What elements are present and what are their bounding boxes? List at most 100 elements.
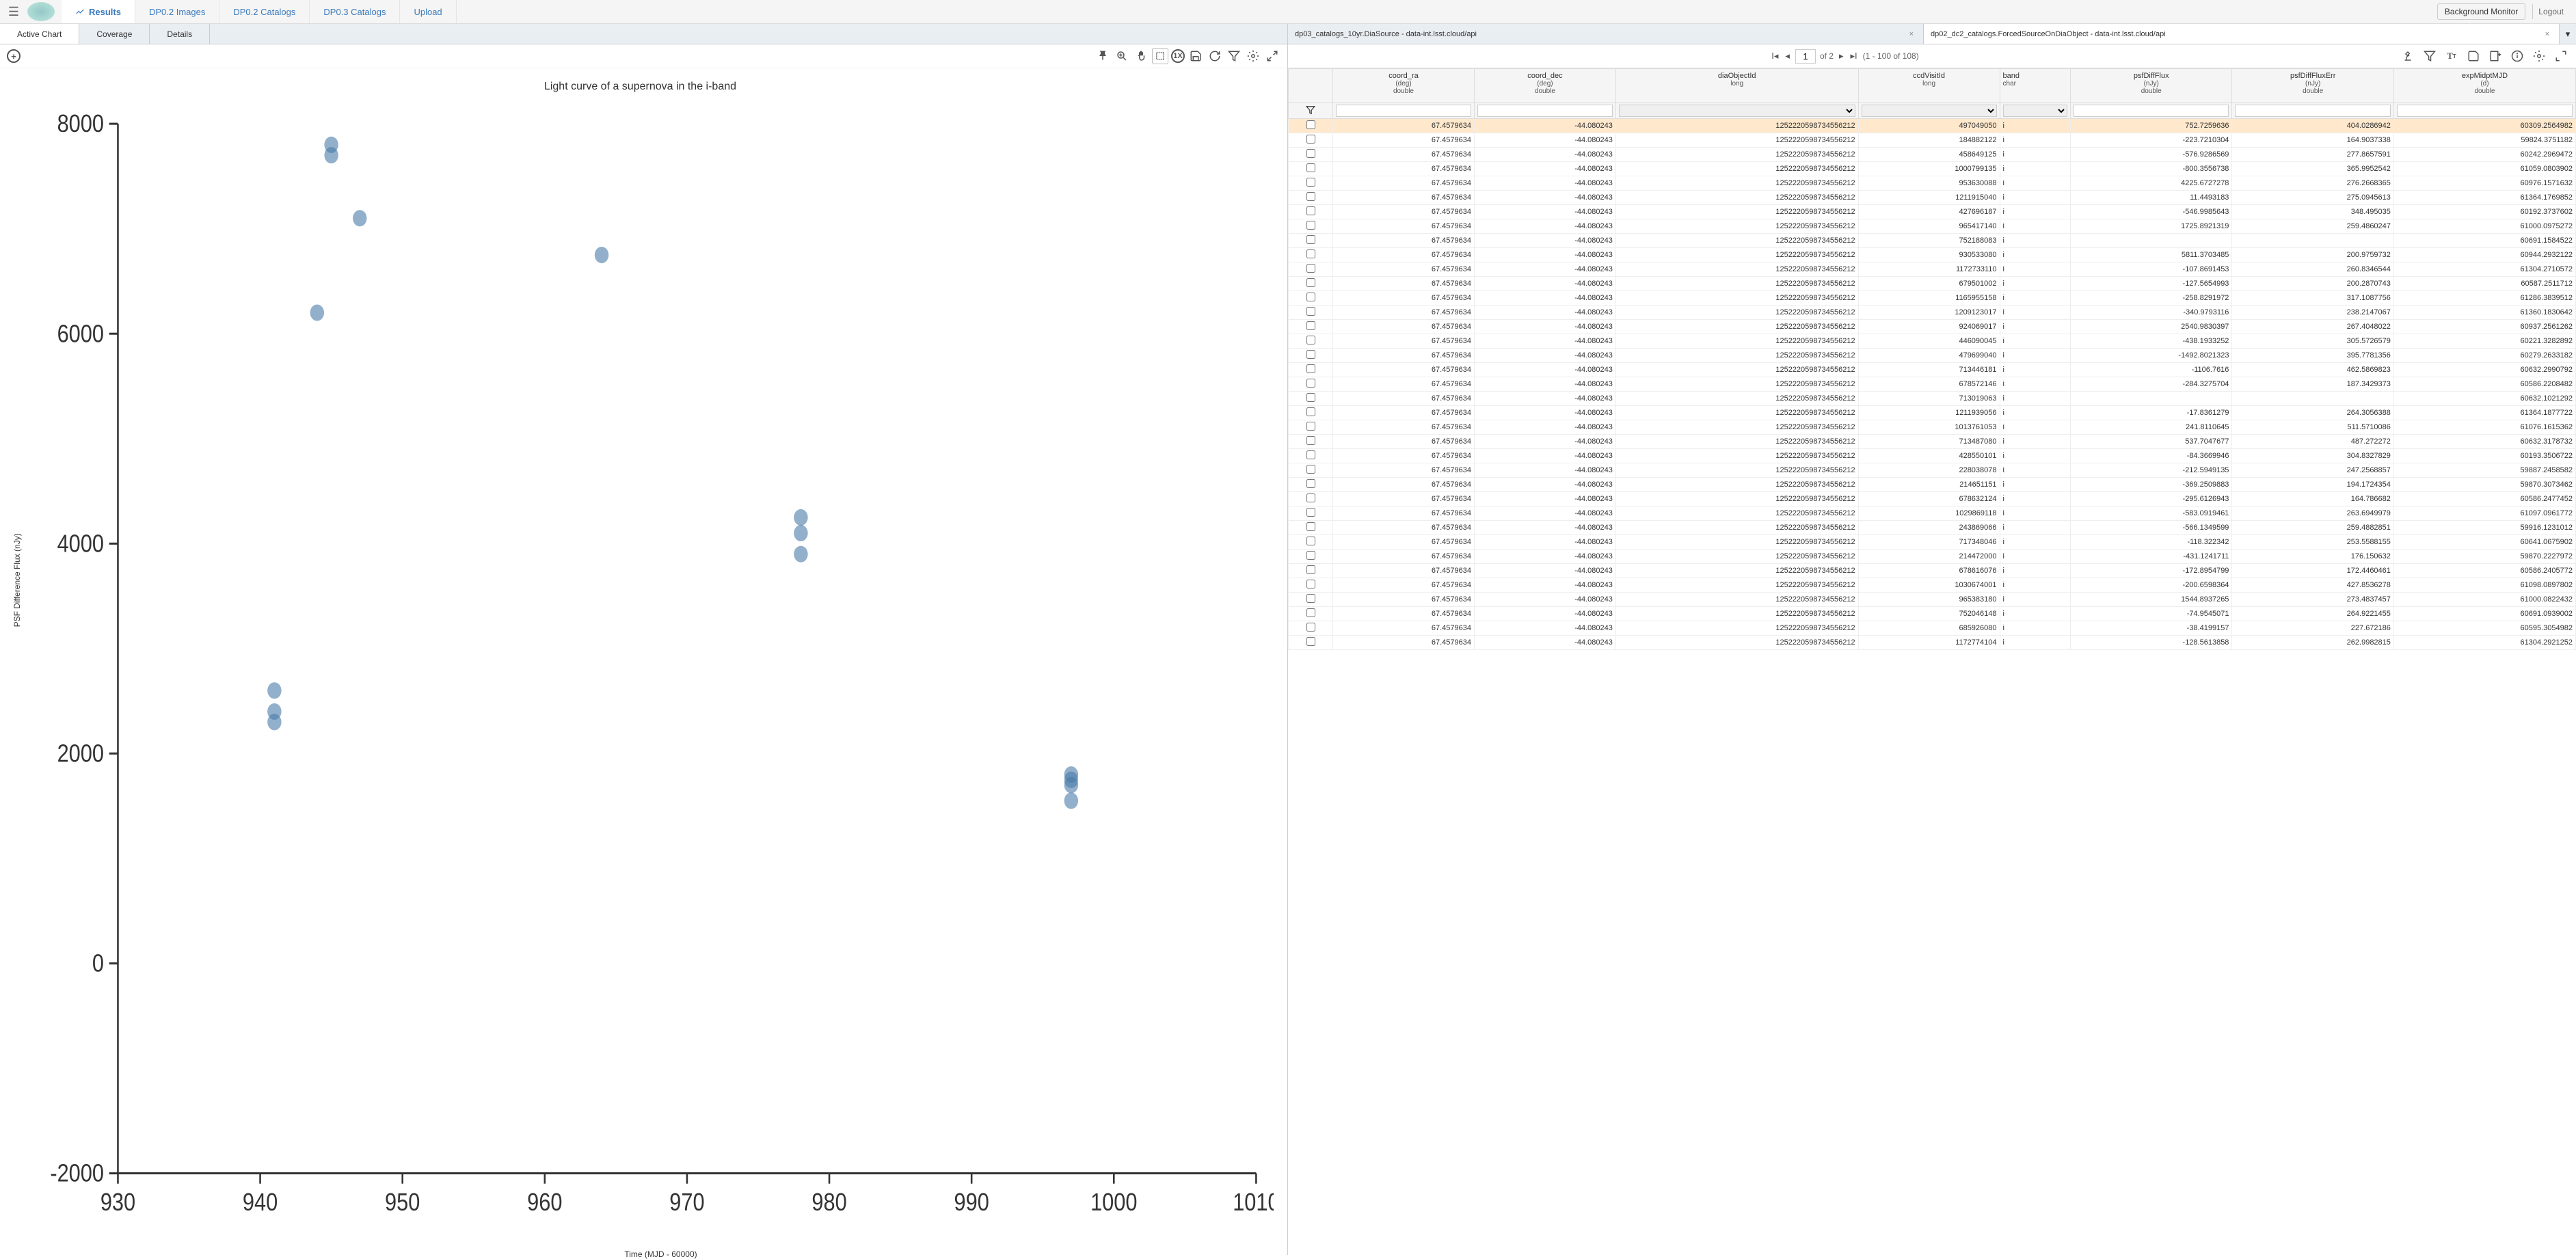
settings-icon[interactable] bbox=[1245, 48, 1261, 64]
table-tab-forcedsource[interactable]: dp02_dc2_catalogs.ForcedSourceOnDiaObjec… bbox=[1924, 24, 2560, 44]
row-checkbox[interactable] bbox=[1306, 580, 1315, 588]
row-checkbox[interactable] bbox=[1306, 522, 1315, 531]
tab-results[interactable]: Results bbox=[62, 0, 135, 23]
tab-details[interactable]: Details bbox=[150, 24, 210, 44]
table-filter-icon[interactable] bbox=[2421, 48, 2438, 64]
column-header-coord_dec[interactable]: coord_dec (deg) double bbox=[1474, 69, 1615, 103]
row-checkbox[interactable] bbox=[1306, 407, 1315, 416]
row-checkbox[interactable] bbox=[1306, 479, 1315, 488]
table-row[interactable]: 67.4579634-44.08024312522205987345562122… bbox=[1289, 521, 2576, 535]
row-checkbox[interactable] bbox=[1306, 178, 1315, 187]
table-row[interactable]: 67.4579634-44.08024312522205987345562121… bbox=[1289, 306, 2576, 320]
row-checkbox[interactable] bbox=[1306, 594, 1315, 603]
table-row[interactable]: 67.4579634-44.08024312522205987345562126… bbox=[1289, 377, 2576, 392]
table-row[interactable]: 67.4579634-44.08024312522205987345562127… bbox=[1289, 535, 2576, 550]
row-checkbox[interactable] bbox=[1306, 493, 1315, 502]
close-tab-icon[interactable]: × bbox=[2543, 30, 2552, 38]
table-settings-icon[interactable] bbox=[2531, 48, 2547, 64]
next-page-icon[interactable]: ▸ bbox=[1838, 49, 1845, 63]
row-checkbox[interactable] bbox=[1306, 537, 1315, 545]
table-row[interactable]: 67.4579634-44.08024312522205987345562121… bbox=[1289, 578, 2576, 593]
table-row[interactable]: 67.4579634-44.08024312522205987345562121… bbox=[1289, 420, 2576, 435]
table-expand-icon[interactable] bbox=[2553, 48, 2569, 64]
table-row[interactable]: 67.4579634-44.08024312522205987345562127… bbox=[1289, 435, 2576, 449]
table-row[interactable]: 67.4579634-44.08024312522205987345562124… bbox=[1289, 148, 2576, 162]
row-checkbox[interactable] bbox=[1306, 135, 1315, 144]
filter-select-band[interactable] bbox=[2003, 105, 2067, 117]
row-checkbox[interactable] bbox=[1306, 422, 1315, 431]
microscope-icon[interactable] bbox=[2400, 48, 2416, 64]
table-row[interactable]: 67.4579634-44.08024312522205987345562122… bbox=[1289, 478, 2576, 492]
table-row[interactable]: 67.4579634-44.08024312522205987345562126… bbox=[1289, 277, 2576, 291]
row-checkbox[interactable] bbox=[1306, 565, 1315, 574]
page-input[interactable] bbox=[1795, 49, 1816, 64]
column-header-psfDiffFluxErr[interactable]: psfDiffFluxErr (nJy) double bbox=[2232, 69, 2393, 103]
row-checkbox[interactable] bbox=[1306, 637, 1315, 646]
table-row[interactable]: 67.4579634-44.08024312522205987345562126… bbox=[1289, 621, 2576, 636]
tab-active-chart[interactable]: Active Chart bbox=[0, 24, 79, 44]
row-checkbox[interactable] bbox=[1306, 336, 1315, 344]
last-page-icon[interactable]: ▸I bbox=[1849, 49, 1859, 63]
table-row[interactable]: 67.4579634-44.08024312522205987345562124… bbox=[1289, 449, 2576, 463]
table-save-icon[interactable] bbox=[2465, 48, 2482, 64]
row-checkbox[interactable] bbox=[1306, 551, 1315, 560]
column-header-diaObjectId[interactable]: diaObjectId long bbox=[1615, 69, 1858, 103]
table-row[interactable]: 67.4579634-44.08024312522205987345562121… bbox=[1289, 191, 2576, 205]
filter-input-psfDiffFluxErr[interactable] bbox=[2235, 105, 2390, 117]
row-checkbox[interactable] bbox=[1306, 293, 1315, 301]
first-page-icon[interactable]: I◂ bbox=[1770, 49, 1780, 63]
table-row[interactable]: 67.4579634-44.08024312522205987345562124… bbox=[1289, 205, 2576, 219]
row-checkbox[interactable] bbox=[1306, 436, 1315, 445]
table-row[interactable]: 67.4579634-44.08024312522205987345562127… bbox=[1289, 392, 2576, 406]
table-row[interactable]: 67.4579634-44.08024312522205987345562124… bbox=[1289, 334, 2576, 349]
table-row[interactable]: 67.4579634-44.08024312522205987345562126… bbox=[1289, 492, 2576, 506]
row-checkbox[interactable] bbox=[1306, 278, 1315, 287]
row-checkbox[interactable] bbox=[1306, 623, 1315, 632]
tab-dp02-catalogs[interactable]: DP0.2 Catalogs bbox=[219, 0, 310, 23]
table-row[interactable]: 67.4579634-44.08024312522205987345562121… bbox=[1289, 406, 2576, 420]
scatter-plot[interactable]: -200002000400060008000930940950960970980… bbox=[48, 103, 1274, 1235]
filter-select-ccdVisitId[interactable] bbox=[1862, 105, 1997, 117]
add-column-icon[interactable] bbox=[2487, 48, 2504, 64]
tab-dp03-catalogs[interactable]: DP0.3 Catalogs bbox=[310, 0, 400, 23]
table-row[interactable]: 67.4579634-44.08024312522205987345562129… bbox=[1289, 248, 2576, 262]
row-checkbox[interactable] bbox=[1306, 508, 1315, 517]
table-row[interactable]: 67.4579634-44.08024312522205987345562126… bbox=[1289, 564, 2576, 578]
row-checkbox[interactable] bbox=[1306, 235, 1315, 244]
row-checkbox[interactable] bbox=[1306, 350, 1315, 359]
popout-icon[interactable]: ▾ bbox=[2560, 24, 2576, 44]
table-row[interactable]: 67.4579634-44.08024312522205987345562121… bbox=[1289, 162, 2576, 176]
row-checkbox[interactable] bbox=[1306, 608, 1315, 617]
filter-icon[interactable] bbox=[1226, 48, 1242, 64]
save-icon[interactable] bbox=[1188, 48, 1204, 64]
prev-page-icon[interactable]: ◂ bbox=[1784, 49, 1791, 63]
column-header-psfDiffFlux[interactable]: psfDiffFlux (nJy) double bbox=[2070, 69, 2231, 103]
row-checkbox[interactable] bbox=[1306, 206, 1315, 215]
row-checkbox[interactable] bbox=[1306, 364, 1315, 373]
expand-icon[interactable] bbox=[1264, 48, 1280, 64]
row-checkbox[interactable] bbox=[1306, 192, 1315, 201]
table-row[interactable]: 67.4579634-44.08024312522205987345562121… bbox=[1289, 262, 2576, 277]
table-row[interactable]: 67.4579634-44.08024312522205987345562124… bbox=[1289, 119, 2576, 133]
refresh-icon[interactable] bbox=[1207, 48, 1223, 64]
row-checkbox[interactable] bbox=[1306, 307, 1315, 316]
tab-dp02-images[interactable]: DP0.2 Images bbox=[135, 0, 219, 23]
row-checkbox[interactable] bbox=[1306, 379, 1315, 388]
text-icon[interactable]: TT bbox=[2443, 48, 2460, 64]
column-header-expMidptMJD[interactable]: expMidptMJD (d) double bbox=[2393, 69, 2575, 103]
table-row[interactable]: 67.4579634-44.08024312522205987345562121… bbox=[1289, 291, 2576, 306]
filter-input-coord_ra[interactable] bbox=[1336, 105, 1471, 117]
column-header-coord_ra[interactable]: coord_ra (deg) double bbox=[1333, 69, 1475, 103]
table-row[interactable]: 67.4579634-44.08024312522205987345562127… bbox=[1289, 607, 2576, 621]
hamburger-menu[interactable]: ☰ bbox=[0, 5, 27, 19]
table-row[interactable]: 67.4579634-44.08024312522205987345562124… bbox=[1289, 349, 2576, 363]
background-monitor-button[interactable]: Background Monitor bbox=[2437, 3, 2525, 20]
column-header-ccdVisitId[interactable]: ccdVisitId long bbox=[1858, 69, 2000, 103]
table-row[interactable]: 67.4579634-44.08024312522205987345562127… bbox=[1289, 234, 2576, 248]
filter-input-coord_dec[interactable] bbox=[1477, 105, 1613, 117]
tab-coverage[interactable]: Coverage bbox=[79, 24, 150, 44]
data-table[interactable]: coord_ra (deg) double coord_dec (deg) do… bbox=[1288, 68, 2576, 650]
table-row[interactable]: 67.4579634-44.08024312522205987345562129… bbox=[1289, 320, 2576, 334]
pan-icon[interactable] bbox=[1133, 48, 1149, 64]
column-header-band[interactable]: band char bbox=[2000, 69, 2070, 103]
